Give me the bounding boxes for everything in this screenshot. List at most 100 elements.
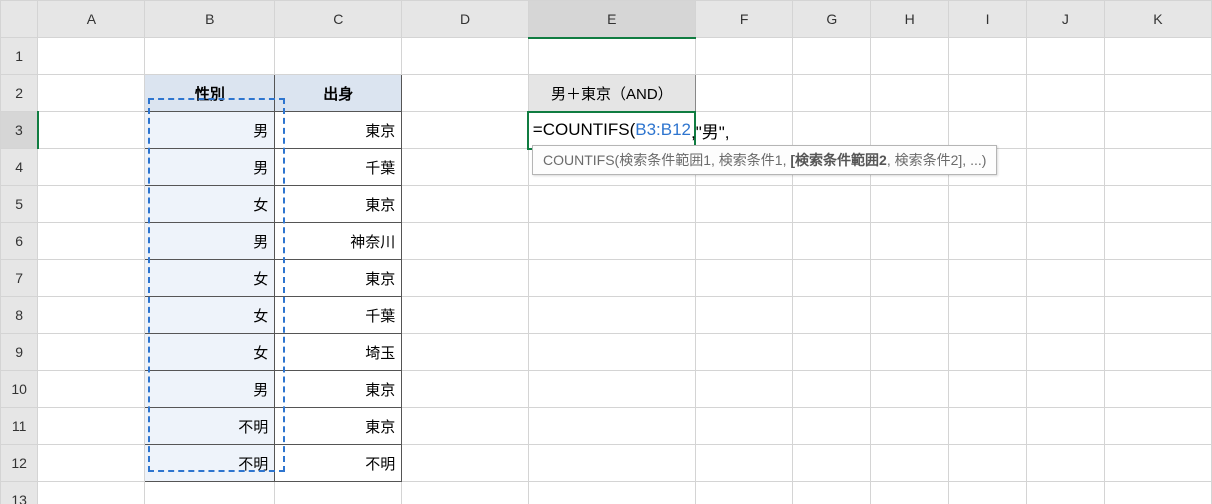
- cell-I5[interactable]: [949, 186, 1027, 223]
- cell-H3[interactable]: [871, 112, 949, 149]
- col-header-K[interactable]: K: [1104, 1, 1211, 38]
- cell-H6[interactable]: [871, 223, 949, 260]
- cell-A4[interactable]: [38, 149, 145, 186]
- cell-H5[interactable]: [871, 186, 949, 223]
- cell-A5[interactable]: [38, 186, 145, 223]
- cell-J7[interactable]: [1026, 260, 1104, 297]
- cell-E11[interactable]: [528, 408, 695, 445]
- tooltip-arg2[interactable]: 検索条件1: [719, 152, 783, 168]
- cell-C6[interactable]: 神奈川: [275, 223, 402, 260]
- col-header-I[interactable]: I: [949, 1, 1027, 38]
- cell-K2[interactable]: [1104, 75, 1211, 112]
- cell-B13[interactable]: [145, 482, 275, 504]
- col-header-B[interactable]: B: [145, 1, 275, 38]
- cell-F11[interactable]: [695, 408, 792, 445]
- cell-A11[interactable]: [38, 408, 145, 445]
- cell-B2[interactable]: 性別: [145, 75, 275, 112]
- cell-K4[interactable]: [1104, 149, 1211, 186]
- cell-J4[interactable]: [1026, 149, 1104, 186]
- cell-K7[interactable]: [1104, 260, 1211, 297]
- cell-J1[interactable]: [1026, 38, 1104, 75]
- cell-E9[interactable]: [528, 334, 695, 371]
- cell-I2[interactable]: [949, 75, 1027, 112]
- col-header-H[interactable]: H: [871, 1, 949, 38]
- cell-I9[interactable]: [949, 334, 1027, 371]
- cell-G6[interactable]: [793, 223, 871, 260]
- cell-D1[interactable]: [402, 38, 528, 75]
- cell-G12[interactable]: [793, 445, 871, 482]
- cell-I6[interactable]: [949, 223, 1027, 260]
- cell-D3[interactable]: [402, 112, 528, 149]
- row-header-8[interactable]: 8: [1, 297, 38, 334]
- cell-C3[interactable]: 東京: [275, 112, 402, 149]
- cell-I11[interactable]: [949, 408, 1027, 445]
- cell-F9[interactable]: [695, 334, 792, 371]
- cell-D2[interactable]: [402, 75, 528, 112]
- cell-I8[interactable]: [949, 297, 1027, 334]
- cell-E10[interactable]: [528, 371, 695, 408]
- cell-H13[interactable]: [871, 482, 949, 504]
- cell-H9[interactable]: [871, 334, 949, 371]
- cell-A9[interactable]: [38, 334, 145, 371]
- cell-C8[interactable]: 千葉: [275, 297, 402, 334]
- cell-K1[interactable]: [1104, 38, 1211, 75]
- cell-A7[interactable]: [38, 260, 145, 297]
- cell-C10[interactable]: 東京: [275, 371, 402, 408]
- cell-B7[interactable]: 女: [145, 260, 275, 297]
- cell-K6[interactable]: [1104, 223, 1211, 260]
- cell-B3[interactable]: 男: [145, 112, 275, 149]
- cell-F13[interactable]: [695, 482, 792, 504]
- cell-B9[interactable]: 女: [145, 334, 275, 371]
- row-header-12[interactable]: 12: [1, 445, 38, 482]
- cell-B4[interactable]: 男: [145, 149, 275, 186]
- cell-E1[interactable]: [528, 38, 695, 75]
- cell-D9[interactable]: [402, 334, 528, 371]
- col-header-A[interactable]: A: [38, 1, 145, 38]
- cell-J2[interactable]: [1026, 75, 1104, 112]
- cell-F1[interactable]: [695, 38, 792, 75]
- cell-D8[interactable]: [402, 297, 528, 334]
- cell-G2[interactable]: [793, 75, 871, 112]
- cell-K3[interactable]: [1104, 112, 1211, 149]
- cell-I1[interactable]: [949, 38, 1027, 75]
- cell-H11[interactable]: [871, 408, 949, 445]
- cell-B5[interactable]: 女: [145, 186, 275, 223]
- cell-G1[interactable]: [793, 38, 871, 75]
- cell-G8[interactable]: [793, 297, 871, 334]
- tooltip-arg4[interactable]: 検索条件2]: [895, 152, 963, 168]
- col-header-F[interactable]: F: [695, 1, 792, 38]
- cell-C1[interactable]: [275, 38, 402, 75]
- cell-K13[interactable]: [1104, 482, 1211, 504]
- formula-editor[interactable]: =COUNTIFS(B3:B12,"男",: [529, 112, 730, 148]
- col-header-G[interactable]: G: [793, 1, 871, 38]
- cell-J11[interactable]: [1026, 408, 1104, 445]
- cell-E8[interactable]: [528, 297, 695, 334]
- col-header-J[interactable]: J: [1026, 1, 1104, 38]
- row-header-3[interactable]: 3: [1, 112, 38, 149]
- cell-H1[interactable]: [871, 38, 949, 75]
- cell-grid[interactable]: A B C D E F G H I J K 1: [0, 0, 1212, 504]
- cell-E2[interactable]: 男＋東京（AND）: [528, 75, 695, 112]
- tooltip-arg1[interactable]: 検索条件範囲1: [619, 152, 711, 168]
- row-header-5[interactable]: 5: [1, 186, 38, 223]
- cell-K9[interactable]: [1104, 334, 1211, 371]
- cell-E5[interactable]: [528, 186, 695, 223]
- row-header-7[interactable]: 7: [1, 260, 38, 297]
- cell-F12[interactable]: [695, 445, 792, 482]
- cell-D4[interactable]: [402, 149, 528, 186]
- cell-B6[interactable]: 男: [145, 223, 275, 260]
- cell-B11[interactable]: 不明: [145, 408, 275, 445]
- cell-E3[interactable]: =COUNTIFS(B3:B12,"男",: [528, 112, 695, 149]
- cell-K8[interactable]: [1104, 297, 1211, 334]
- cell-F2[interactable]: [695, 75, 792, 112]
- cell-D13[interactable]: [402, 482, 528, 504]
- cell-J9[interactable]: [1026, 334, 1104, 371]
- cell-H8[interactable]: [871, 297, 949, 334]
- cell-G13[interactable]: [793, 482, 871, 504]
- cell-C4[interactable]: 千葉: [275, 149, 402, 186]
- cell-E12[interactable]: [528, 445, 695, 482]
- cell-F5[interactable]: [695, 186, 792, 223]
- cell-C9[interactable]: 埼玉: [275, 334, 402, 371]
- cell-D10[interactable]: [402, 371, 528, 408]
- cell-F7[interactable]: [695, 260, 792, 297]
